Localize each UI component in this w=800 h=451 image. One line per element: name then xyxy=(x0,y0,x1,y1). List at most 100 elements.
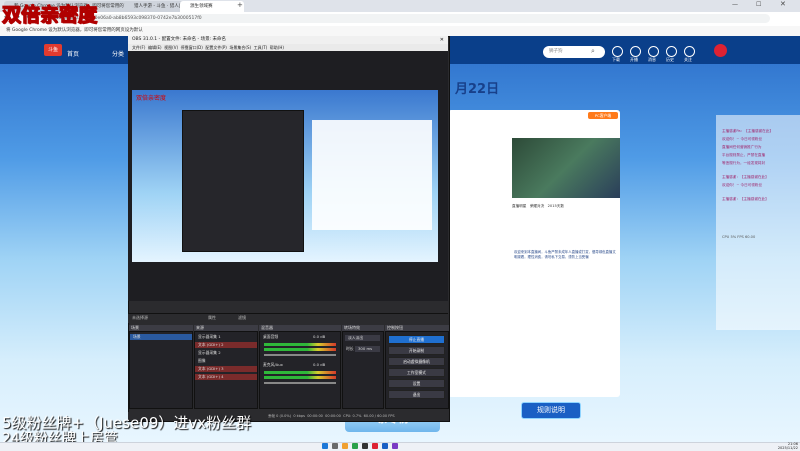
source-item[interactable]: 文本 (GDI+) 3 xyxy=(195,366,257,372)
history-label: 历史 xyxy=(666,57,674,62)
user-avatar[interactable] xyxy=(714,44,727,57)
transition-select[interactable]: 淡入淡出 xyxy=(345,335,380,341)
chat-line: 直播间任何营销推广行为 xyxy=(722,145,762,149)
new-tab-icon[interactable]: + xyxy=(237,1,243,9)
history-icon[interactable] xyxy=(666,46,677,57)
broadcast-label: 开播 xyxy=(630,57,638,62)
volume-slider[interactable] xyxy=(264,354,336,356)
taskbar-clock[interactable]: 21:06 2025/11/22 xyxy=(772,442,798,450)
stream-tab-star[interactable]: 直播明星 xyxy=(512,204,526,208)
source-item[interactable]: 文本 (GDI+) 4 xyxy=(195,374,257,380)
search-icon[interactable]: ⌕ xyxy=(591,47,595,56)
mixer-track-name: 桌面音频 xyxy=(263,334,279,339)
message-icon[interactable] xyxy=(648,46,659,57)
close-icon[interactable]: ✕ xyxy=(780,0,786,8)
menu-tools[interactable]: 工具(T) xyxy=(254,45,268,50)
start-icon[interactable] xyxy=(322,443,328,449)
status-bitrate: 0 kbps xyxy=(293,414,305,418)
menu-file[interactable]: 文件(F) xyxy=(128,45,145,50)
chat-line: 平台规则禁止，严禁在直播 xyxy=(722,153,766,157)
site-logo[interactable]: 斗鱼 xyxy=(44,44,62,56)
mixer-panel: 桌面音频 0.0 dB 麦克风/Aux 0.0 dB xyxy=(259,331,341,409)
stream-tab-honor[interactable]: 荣耀对决 xyxy=(530,204,544,208)
explorer-icon[interactable] xyxy=(342,443,348,449)
menu-docks[interactable]: 停靠窗口(D) xyxy=(181,45,203,50)
mixer-meter xyxy=(264,343,336,346)
stream-tabs[interactable]: 直播明星 荣耀对决 2015天数 xyxy=(512,202,620,210)
follow-icon[interactable] xyxy=(684,46,695,57)
start-recording-button[interactable]: 开始录制 xyxy=(388,346,445,355)
mixer-meter xyxy=(264,371,336,374)
source-item[interactable]: 图像 xyxy=(195,358,257,364)
chat-line: 欢迎你！~ 今日可领粉丝 xyxy=(722,183,763,187)
app-taskbar-icon[interactable] xyxy=(382,443,388,449)
tab-active[interactable]: 源生领域赛 xyxy=(180,1,244,12)
mixer-track-db: 0.0 dB xyxy=(313,334,326,339)
controls-panel: 停止直播 开始录制 启动虚拟摄像机 工作室模式 设置 退出 xyxy=(385,331,449,409)
follow-label: 关注 xyxy=(684,57,692,62)
rules-button[interactable]: 规则说明 xyxy=(521,402,581,419)
nav-home[interactable]: 首页 xyxy=(67,49,79,58)
menu-edit[interactable]: 编辑(E) xyxy=(148,45,162,50)
source-toolbar: 未选择源 属性 滤镜 xyxy=(128,313,448,323)
broadcast-icon[interactable] xyxy=(630,46,641,57)
status-cpu: CPU: 0.7% xyxy=(343,414,362,418)
stream-tab-days[interactable]: 2015天数 xyxy=(548,204,564,208)
overlay-top-text: 双倍亲密度 xyxy=(1,4,98,27)
stream-panel: PC客户端 直播明星 荣耀对决 2015天数 欢迎来到本直播间，斗鱼严禁未成年人… xyxy=(448,110,620,397)
obs-menubar: 文件(F) 编辑(E) 视图(V) 停靠窗口(D) 配置文件(P) 场景集合(S… xyxy=(128,44,448,51)
studio-mode-button[interactable]: 工作室模式 xyxy=(388,368,445,377)
source-item[interactable]: 文本 (GDI+) 2 xyxy=(195,342,257,348)
preview-capture xyxy=(132,90,438,262)
chat-line: 等违规行为，一经发现将封 xyxy=(722,161,766,165)
settings-button[interactable]: 设置 xyxy=(388,379,445,388)
download-icon[interactable] xyxy=(612,46,623,57)
duration-field[interactable]: 300 ms xyxy=(355,346,380,352)
date-banner: 月22日 xyxy=(455,82,500,97)
obs-taskbar-icon[interactable] xyxy=(362,443,368,449)
tab-stream-room[interactable]: 猎人手游 - 斗鱼 · 猎人直播间 xyxy=(124,1,188,12)
exit-button[interactable]: 退出 xyxy=(388,390,445,399)
minimize-icon[interactable]: — xyxy=(732,1,738,8)
menu-scene-collection[interactable]: 场景集合(S) xyxy=(229,45,251,50)
obs-close-icon[interactable]: ✕ xyxy=(440,36,444,44)
search-taskbar-icon[interactable] xyxy=(332,443,338,449)
mixer-meter xyxy=(264,376,336,379)
no-source-label: 未选择源 xyxy=(132,315,148,320)
menu-profile[interactable]: 配置文件(P) xyxy=(205,45,227,50)
maximize-icon[interactable]: ☐ xyxy=(756,1,761,8)
stop-streaming-button[interactable]: 停止直播 xyxy=(388,335,445,344)
browser-tabbar: 和 Google Chrome 设为默认浏览器，即可将您常用的网页... 猎人手… xyxy=(0,0,800,12)
url-field[interactable]: 02160938&sysId=20e06a0-ab8b6593c098370-0… xyxy=(44,14,770,23)
preview-nested-panel xyxy=(312,120,432,230)
obs-titlebar: OBS 31.0.1 - 配置文件: 未命名 - 场景: 未命名 ✕ xyxy=(128,36,448,44)
source-item[interactable]: 显示器采集 1 xyxy=(195,334,257,340)
pc-client-badge[interactable]: PC客户端 xyxy=(588,112,618,119)
message-label: 消息 xyxy=(648,57,656,62)
mixer-meter xyxy=(264,348,336,351)
properties-button[interactable]: 属性 xyxy=(208,315,216,321)
menu-help[interactable]: 帮助(H) xyxy=(270,45,284,50)
obs-title: OBS 31.0.1 - 配置文件: 未命名 - 场景: 未命名 xyxy=(132,37,227,42)
app-taskbar-icon[interactable] xyxy=(372,443,378,449)
mixer-track-name: 麦克风/Aux xyxy=(263,362,283,367)
menu-view[interactable]: 视图(V) xyxy=(164,45,178,50)
scenes-panel: 场景 xyxy=(129,331,193,409)
clock-date: 2025/11/22 xyxy=(777,446,798,450)
chrome-icon[interactable] xyxy=(352,443,358,449)
stream-thumbnail[interactable] xyxy=(512,138,620,198)
chat-line: 主播感谢：【主播感谢在此】 xyxy=(722,175,769,179)
virtual-camera-button[interactable]: 启动虚拟摄像机 xyxy=(388,357,445,366)
download-label: 下载 xyxy=(612,57,620,62)
search-input[interactable]: 狮子狗 xyxy=(543,46,605,58)
volume-slider[interactable] xyxy=(264,382,336,384)
status-live-time: 00:00:00 xyxy=(325,414,341,418)
chat-footer: CPU 5% FPS 60.00 xyxy=(722,235,756,239)
nav-category[interactable]: 分类 xyxy=(112,49,124,58)
status-fps: 60.00 / 60.00 FPS xyxy=(363,414,395,418)
source-item[interactable]: 显示器采集 2 xyxy=(195,350,257,356)
scene-item[interactable]: 场景 xyxy=(130,334,192,340)
transitions-panel: 淡入淡出 时长 300 ms xyxy=(342,331,384,409)
filters-button[interactable]: 滤镜 xyxy=(238,315,246,321)
app-taskbar-icon[interactable] xyxy=(392,443,398,449)
